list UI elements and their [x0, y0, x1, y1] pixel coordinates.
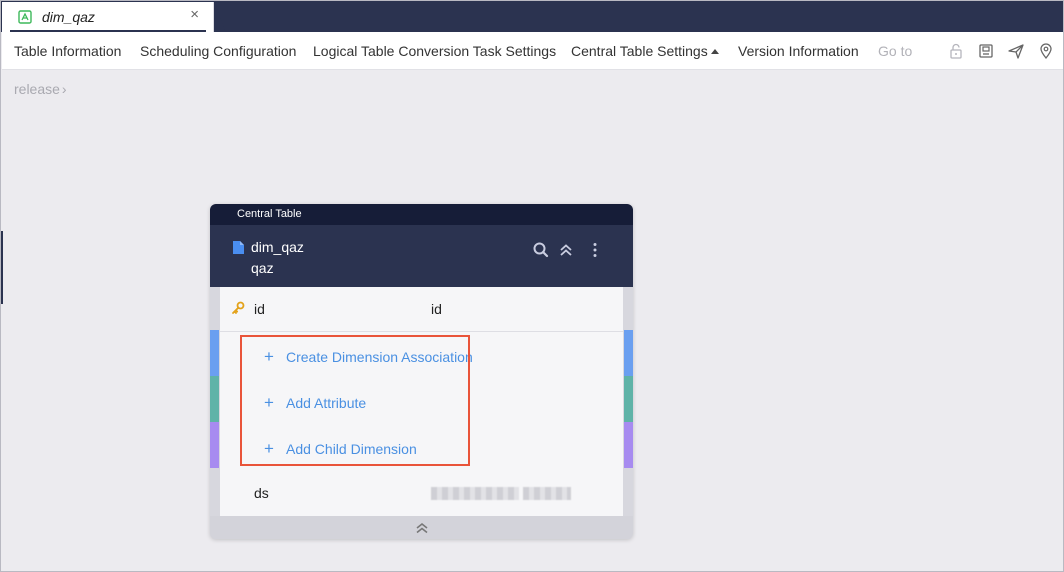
key-icon: [231, 301, 245, 315]
central-table-card[interactable]: Central Table dim_qaz qaz id id + Create…: [210, 204, 633, 539]
canvas-left-marker: [1, 231, 3, 304]
redacted-value: [523, 487, 571, 500]
document-icon: [233, 241, 244, 254]
plus-icon: +: [264, 347, 274, 366]
app-window: dim_qaz × Table Information Scheduling C…: [0, 0, 1064, 572]
stripe-left-3: [210, 422, 219, 468]
save-icon[interactable]: [977, 42, 995, 60]
menu-scheduling-configuration[interactable]: Scheduling Configuration: [140, 32, 296, 70]
menu-central-table-settings[interactable]: Central Table Settings: [571, 32, 719, 70]
card-type-bar: Central Table: [210, 204, 633, 225]
stripe-right-1: [624, 330, 633, 376]
stripe-left-1: [210, 330, 219, 376]
partition-field-row[interactable]: ds: [220, 471, 623, 516]
add-attribute-label: Add Attribute: [286, 395, 367, 411]
chevron-right-icon: ›: [61, 81, 67, 97]
field-name: ds: [254, 485, 269, 501]
stripe-right-3: [624, 422, 633, 468]
breadcrumb-release: release: [14, 81, 60, 97]
menu-bar: Table Information Scheduling Configurati…: [2, 32, 1063, 70]
menu-go-to[interactable]: Go to: [878, 32, 912, 70]
close-icon[interactable]: ×: [190, 6, 199, 23]
stripe-right-2: [624, 376, 633, 422]
location-icon[interactable]: [1037, 42, 1055, 60]
collapse-up-icon[interactable]: [557, 241, 575, 259]
field-name: id: [254, 301, 265, 317]
plus-icon: +: [264, 393, 274, 412]
table-doc-icon: [18, 10, 32, 24]
card-header: dim_qaz qaz: [210, 225, 633, 287]
menu-logical-table-conversion[interactable]: Logical Table Conversion Task Settings: [313, 32, 556, 70]
tab-dim-qaz[interactable]: dim_qaz ×: [2, 2, 214, 32]
redacted-value: [431, 487, 519, 500]
menu-version-information[interactable]: Version Information: [738, 32, 859, 70]
create-dimension-association-button[interactable]: + Create Dimension Association: [264, 347, 473, 367]
collapse-up-icon: [416, 522, 427, 533]
add-child-dimension-button[interactable]: + Add Child Dimension: [264, 439, 417, 459]
lock-icon[interactable]: [947, 42, 965, 60]
add-child-dimension-label: Add Child Dimension: [286, 441, 417, 457]
caret-up-icon: [710, 49, 719, 54]
tab-strip: dim_qaz ×: [1, 1, 1063, 32]
stripe-left-2: [210, 376, 219, 422]
tab-title: dim_qaz: [42, 9, 95, 25]
menu-central-table-settings-label: Central Table Settings: [571, 43, 708, 59]
create-dimension-association-label: Create Dimension Association: [286, 349, 473, 365]
plus-icon: +: [264, 439, 274, 458]
table-display-name: qaz: [251, 260, 274, 276]
field-value: id: [431, 301, 442, 317]
send-icon[interactable]: [1007, 42, 1025, 60]
search-icon[interactable]: [532, 241, 550, 259]
primary-key-row[interactable]: id id: [220, 287, 623, 332]
card-collapse-footer[interactable]: [210, 516, 633, 539]
add-attribute-button[interactable]: + Add Attribute: [264, 393, 366, 413]
breadcrumb[interactable]: release ›: [14, 81, 67, 97]
card-body: id id + Create Dimension Association + Add…: [220, 287, 623, 516]
more-vertical-icon[interactable]: [586, 241, 604, 259]
menu-table-information[interactable]: Table Information: [14, 32, 121, 70]
card-type-label: Central Table: [237, 208, 302, 220]
table-name: dim_qaz: [251, 239, 304, 255]
